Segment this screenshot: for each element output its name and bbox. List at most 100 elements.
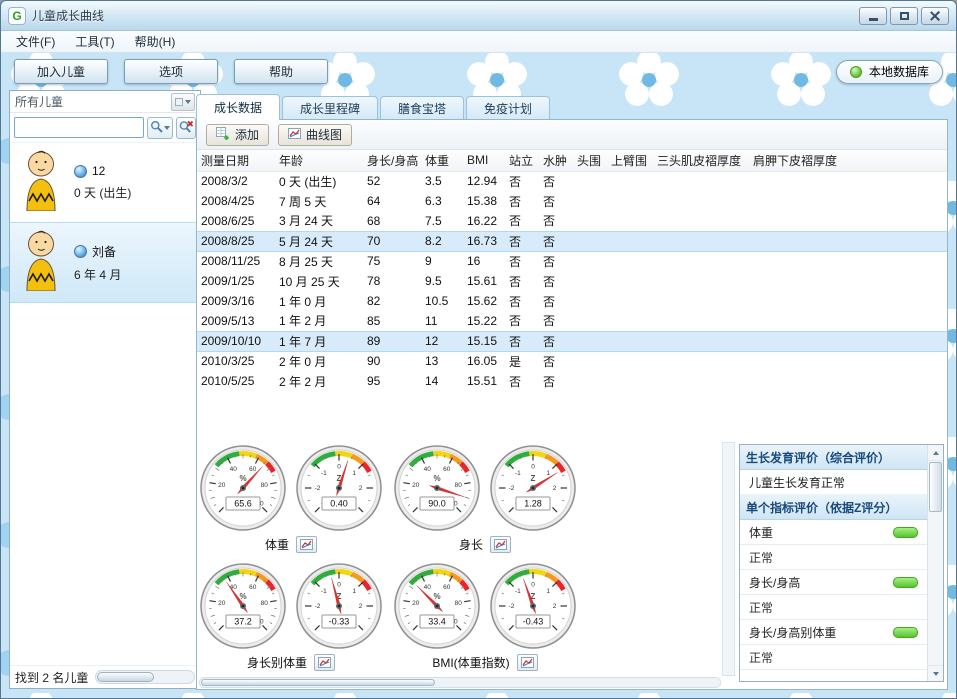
column-header[interactable]: 体重	[421, 150, 463, 171]
scrollbar-thumb[interactable]	[97, 672, 154, 682]
column-header[interactable]: 测量日期	[197, 150, 275, 171]
table-cell: 15.22	[463, 311, 505, 331]
clear-search-button[interactable]	[176, 117, 196, 139]
column-header[interactable]: 年龄	[275, 150, 363, 171]
children-count-status: 找到 2 名儿童	[15, 669, 88, 686]
local-database-button[interactable]: 本地数据库	[836, 60, 943, 84]
menu-help[interactable]: 帮助(H)	[125, 30, 186, 53]
length-curve-button[interactable]	[490, 536, 511, 553]
svg-text:40: 40	[230, 466, 238, 473]
table-cell	[573, 291, 607, 311]
column-header[interactable]: 肩胛下皮褶厚度	[749, 150, 947, 171]
add-child-button[interactable]: 加入儿童	[14, 59, 108, 84]
table-cell: 90	[363, 351, 421, 371]
menu-tools[interactable]: 工具(T)	[65, 30, 124, 53]
gauge-group-weight: 020406080100%65.6 -3-2-10123Z0.40 体重	[200, 445, 382, 553]
svg-text:0: 0	[531, 582, 535, 589]
column-header[interactable]: 三头肌皮褶厚度	[653, 150, 749, 171]
gauges-vertical-scrollbar[interactable]	[722, 442, 735, 676]
child-list-item-selected[interactable]: 刘备 6 年 4 月	[10, 222, 200, 303]
scroll-up-button[interactable]	[928, 445, 943, 461]
minimize-button[interactable]	[859, 7, 887, 25]
table-cell: 否	[505, 291, 539, 311]
svg-text:37.2: 37.2	[234, 617, 252, 627]
sidebar-horizontal-scrollbar[interactable]	[95, 670, 195, 684]
column-header[interactable]: 身长/身高	[363, 150, 421, 171]
column-header[interactable]: 上臂围	[607, 150, 653, 171]
child-info: 12 0 天 (出生)	[74, 164, 131, 201]
evaluation-scrollbar[interactable]	[927, 445, 943, 681]
child-list-item[interactable]: 12 0 天 (出生)	[10, 143, 200, 222]
table-cell	[653, 231, 749, 251]
menu-file[interactable]: 文件(F)	[6, 30, 65, 53]
tab-milestones[interactable]: 成长里程碑	[282, 96, 378, 120]
eval-item-length[interactable]: 身长/身高	[740, 570, 927, 595]
tab-growth-data[interactable]: 成长数据	[196, 94, 280, 120]
maximize-button[interactable]	[890, 7, 918, 25]
gauges-horizontal-scrollbar[interactable]	[199, 677, 721, 688]
table-row[interactable]: 2008/11/258 月 25 天75916否否	[197, 251, 947, 271]
table-cell: 2008/11/25	[197, 251, 275, 271]
table-row[interactable]: 2008/4/257 周 5 天646.315.38否否	[197, 191, 947, 211]
weight-for-length-curve-button[interactable]	[314, 654, 335, 671]
measurements-table-wrap: 测量日期年龄身长/身高体重BMI站立水肿头围上臂围三头肌皮褶厚度肩胛下皮褶厚度 …	[197, 150, 947, 442]
table-cell: 否	[539, 311, 573, 331]
table-cell: 否	[505, 271, 539, 291]
curve-chart-button[interactable]: 曲线图	[278, 124, 352, 146]
help-button[interactable]: 帮助	[234, 59, 328, 84]
eval-item-weight[interactable]: 体重	[740, 520, 927, 545]
table-cell: 15.61	[463, 271, 505, 291]
table-cell: 否	[539, 271, 573, 291]
table-row[interactable]: 2008/8/255 月 24 天708.216.73否否	[197, 231, 947, 251]
tab-immunization[interactable]: 免疫计划	[466, 96, 550, 120]
svg-text:60: 60	[443, 466, 451, 473]
table-cell	[653, 171, 749, 191]
gauge-group-label: BMI(体重指数)	[432, 654, 509, 671]
column-header[interactable]: BMI	[463, 150, 505, 171]
view-options-button[interactable]	[171, 93, 195, 111]
add-icon	[216, 127, 230, 143]
search-input[interactable]	[14, 117, 144, 138]
svg-text:60: 60	[249, 584, 257, 591]
svg-text:-2: -2	[509, 485, 515, 492]
titlebar[interactable]: G 儿童成长曲线	[1, 1, 956, 31]
column-header[interactable]: 水肿	[539, 150, 573, 171]
table-row[interactable]: 2010/3/252 年 0 月901316.05是否	[197, 351, 947, 371]
add-measurement-button[interactable]: 添加	[206, 124, 269, 146]
table-row[interactable]: 2009/3/161 年 0 月8210.515.62否否	[197, 291, 947, 311]
table-cell: 1 年 0 月	[275, 291, 363, 311]
table-row[interactable]: 2009/1/2510 月 25 天789.515.61否否	[197, 271, 947, 291]
table-row[interactable]: 2008/3/20 天 (出生)523.512.94否否	[197, 171, 947, 191]
table-row[interactable]: 2008/6/253 月 24 天687.516.22否否	[197, 211, 947, 231]
search-button[interactable]	[147, 117, 173, 139]
scroll-down-button[interactable]	[928, 665, 943, 681]
tab-diet-pagoda[interactable]: 膳食宝塔	[380, 96, 464, 120]
column-header[interactable]: 头围	[573, 150, 607, 171]
column-header[interactable]: 站立	[505, 150, 539, 171]
overall-evaluation-header: 生长发育评价（综合评价）	[740, 445, 927, 470]
eval-item-label: 体重	[749, 524, 773, 541]
table-cell	[653, 271, 749, 291]
table-cell: 否	[505, 371, 539, 391]
table-cell	[607, 311, 653, 331]
close-button[interactable]	[921, 7, 949, 25]
table-row[interactable]: 2009/5/131 年 2 月851115.22否否	[197, 311, 947, 331]
svg-text:20: 20	[412, 482, 420, 489]
table-cell: 1 年 7 月	[275, 331, 363, 351]
scrollbar-thumb[interactable]	[929, 462, 942, 512]
table-cell	[573, 171, 607, 191]
table-cell: 85	[363, 311, 421, 331]
options-button[interactable]: 选项	[124, 59, 218, 84]
chart-icon	[288, 128, 301, 142]
table-cell: 10 月 25 天	[275, 271, 363, 291]
table-cell: 否	[539, 371, 573, 391]
bmi-curve-button[interactable]	[517, 654, 538, 671]
table-cell	[653, 191, 749, 211]
table-row[interactable]: 2010/5/252 年 2 月951415.51否否	[197, 371, 947, 391]
table-row[interactable]: 2009/10/101 年 7 月891215.15否否	[197, 331, 947, 351]
svg-text:40: 40	[424, 466, 432, 473]
weight-curve-button[interactable]	[296, 536, 317, 553]
scrollbar-thumb[interactable]	[201, 679, 435, 686]
sidebar-title: 所有儿童	[15, 93, 63, 110]
eval-item-weight-for-length[interactable]: 身长/身高别体重	[740, 620, 927, 645]
